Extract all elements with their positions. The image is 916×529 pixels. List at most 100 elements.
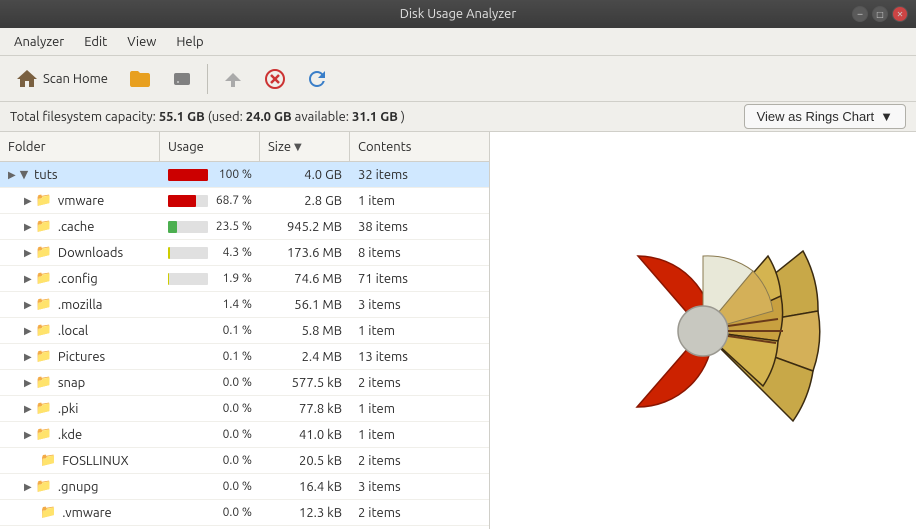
- table-row[interactable]: ▶📁vmware68.7 %2.8 GB1 item: [0, 188, 489, 214]
- usage-bar-background: [168, 273, 208, 285]
- folder-name-text: .mozilla: [58, 298, 103, 312]
- table-row[interactable]: ▶📁.pki0.0 %77.8 kB1 item: [0, 396, 489, 422]
- contents-cell: 2 items: [350, 454, 470, 468]
- size-cell: 74.6 MB: [260, 272, 350, 286]
- usage-bar-fill: [168, 169, 208, 181]
- size-cell: 173.6 MB: [260, 246, 350, 260]
- folder-icon: 📁: [36, 193, 52, 208]
- close-button[interactable]: ✕: [892, 6, 908, 22]
- usage-bar-fill: [168, 273, 169, 285]
- table-row[interactable]: ▶📁.mozilla1.4 %56.1 MB3 items: [0, 292, 489, 318]
- expand-arrow-icon[interactable]: ▶: [24, 325, 32, 337]
- expand-arrow-icon[interactable]: ▶: [8, 169, 16, 181]
- menu-help[interactable]: Help: [166, 31, 213, 53]
- size-cell: 41.0 kB: [260, 428, 350, 442]
- go-up-button[interactable]: [214, 60, 252, 98]
- folder-name-text: .kde: [58, 428, 82, 442]
- usage-bar-background: [168, 221, 208, 233]
- expand-arrow-icon[interactable]: ▶: [24, 221, 32, 233]
- table-row[interactable]: ▶📁.config1.9 %74.6 MB71 items: [0, 266, 489, 292]
- reload-icon: [305, 67, 329, 91]
- menu-view[interactable]: View: [117, 31, 166, 53]
- rings-chart: [563, 191, 843, 471]
- usage-percent: 1.9 %: [214, 272, 252, 285]
- header-size[interactable]: Size ▼: [260, 132, 350, 161]
- contents-cell: 1 item: [350, 428, 470, 442]
- usage-bar-background: [168, 195, 208, 207]
- maximize-button[interactable]: □: [872, 6, 888, 22]
- folder-name-cell: ▶📁.pki: [0, 401, 160, 416]
- folder-icon: 📁: [36, 479, 52, 494]
- table-row[interactable]: ▶📁snap0.0 %577.5 kB2 items: [0, 370, 489, 396]
- menu-edit[interactable]: Edit: [74, 31, 117, 53]
- scan-folder-button[interactable]: [121, 60, 159, 98]
- size-cell: 2.8 GB: [260, 194, 350, 208]
- up-arrow-icon: [221, 67, 245, 91]
- folder-name-text: .config: [58, 272, 98, 286]
- folder-icon: 📁: [36, 219, 52, 234]
- sort-arrow-icon: ▼: [294, 141, 302, 153]
- expand-arrow-icon[interactable]: ▶: [24, 481, 32, 493]
- expand-arrow-icon[interactable]: ▶: [24, 403, 32, 415]
- view-rings-button[interactable]: View as Rings Chart ▼: [744, 104, 906, 129]
- scan-home-button[interactable]: Scan Home: [6, 60, 117, 98]
- scan-removable-button[interactable]: [163, 60, 201, 98]
- expand-arrow-icon[interactable]: ▶: [24, 377, 32, 389]
- folder-icon: 📁: [36, 271, 52, 286]
- size-cell: 945.2 MB: [260, 220, 350, 234]
- folder-name-cell: ▶📁Pictures: [0, 349, 160, 364]
- contents-cell: 3 items: [350, 298, 470, 312]
- size-cell: 2.4 MB: [260, 350, 350, 364]
- folder-icon: 📁: [36, 245, 52, 260]
- table-row[interactable]: ▶📁.gnupg0.0 %16.4 kB3 items: [0, 474, 489, 500]
- file-panel: Folder Usage Size ▼ Contents ▶▼tuts100 %…: [0, 132, 490, 529]
- contents-cell: 1 item: [350, 324, 470, 338]
- table-row[interactable]: ▶📁.kde0.0 %41.0 kB1 item: [0, 422, 489, 448]
- folder-name-cell: ▶📁snap: [0, 375, 160, 390]
- reload-button[interactable]: [298, 60, 336, 98]
- folder-name-text: .cache: [58, 220, 95, 234]
- usage-percent: 0.0 %: [214, 376, 252, 389]
- stop-icon: [263, 67, 287, 91]
- table-row[interactable]: ▶📁Pictures0.1 %2.4 MB13 items: [0, 344, 489, 370]
- window-controls: ─ □ ✕: [852, 6, 908, 22]
- table-row[interactable]: ▶📁.local0.1 %5.8 MB1 item: [0, 318, 489, 344]
- expand-arrow-icon[interactable]: ▶: [24, 273, 32, 285]
- header-usage[interactable]: Usage: [160, 132, 260, 161]
- folder-icon: 📁: [36, 297, 52, 312]
- drive-icon: [170, 67, 194, 91]
- expand-arrow-icon[interactable]: ▶: [24, 195, 32, 207]
- table-row[interactable]: ▶📁Downloads4.3 %173.6 MB8 items: [0, 240, 489, 266]
- table-row[interactable]: 📁FOSLLINUX0.0 %20.5 kB2 items: [0, 448, 489, 474]
- stop-button[interactable]: [256, 60, 294, 98]
- size-cell: 12.3 kB: [260, 506, 350, 520]
- usage-percent: 68.7 %: [214, 194, 252, 207]
- contents-cell: 1 item: [350, 402, 470, 416]
- folder-name-cell: ▶📁.gnupg: [0, 479, 160, 494]
- table-row[interactable]: ▶▼tuts100 %4.0 GB32 items: [0, 162, 489, 188]
- expand-arrow-icon[interactable]: ▶: [24, 429, 32, 441]
- usage-bar-fill: [168, 221, 177, 233]
- folder-icon: [128, 67, 152, 91]
- table-row[interactable]: ▶📁.cache23.5 %945.2 MB38 items: [0, 214, 489, 240]
- usage-bar-fill: [168, 195, 196, 207]
- contents-cell: 32 items: [350, 168, 470, 182]
- folder-icon: 📁: [36, 375, 52, 390]
- header-contents[interactable]: Contents: [350, 132, 470, 161]
- folder-name-text: tuts: [34, 168, 57, 182]
- toolbar-separator: [207, 64, 208, 94]
- expand-arrow-icon[interactable]: ▶: [24, 351, 32, 363]
- expand-arrow-icon[interactable]: ▶: [24, 247, 32, 259]
- expand-arrow-icon[interactable]: ▶: [24, 299, 32, 311]
- filesystem-info: Total filesystem capacity: 55.1 GB (used…: [10, 110, 405, 124]
- usage-cell: 0.0 %: [160, 402, 260, 415]
- header-folder[interactable]: Folder: [0, 132, 160, 161]
- minimize-button[interactable]: ─: [852, 6, 868, 22]
- rings-button-label: View as Rings Chart: [757, 109, 875, 124]
- contents-cell: 3 items: [350, 480, 470, 494]
- dropdown-arrow-icon: ▼: [880, 109, 893, 124]
- table-row[interactable]: 📁.vmware0.0 %12.3 kB2 items: [0, 500, 489, 526]
- usage-percent: 23.5 %: [214, 220, 252, 233]
- folder-icon: 📁: [36, 401, 52, 416]
- menu-analyzer[interactable]: Analyzer: [4, 31, 74, 53]
